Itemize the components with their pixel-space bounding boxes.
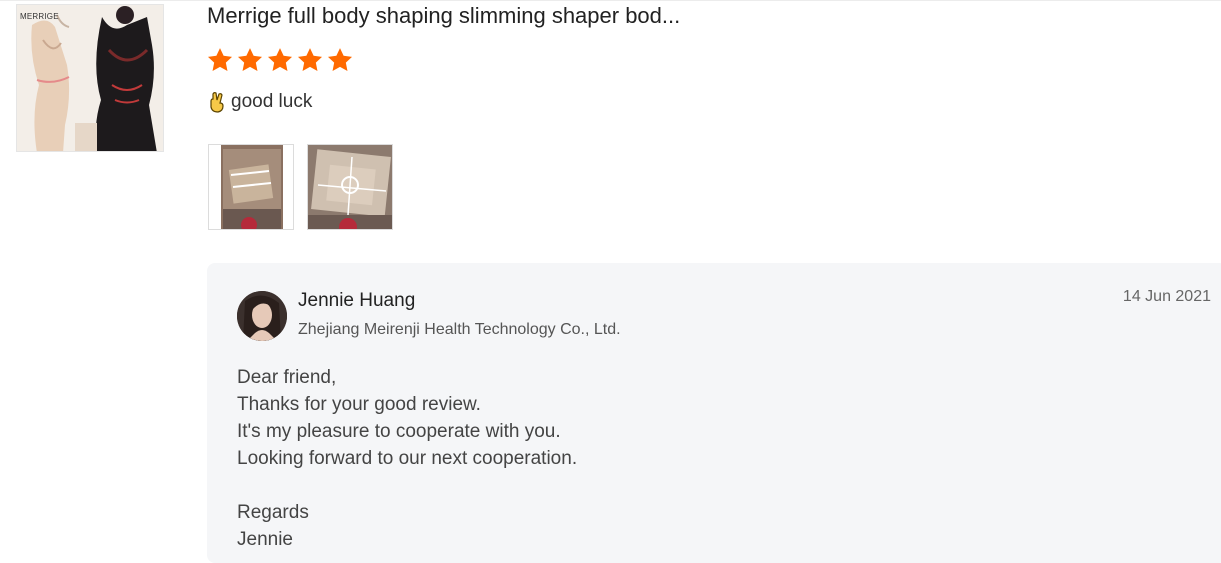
product-title[interactable]: Merrige full body shaping slimming shape… — [207, 2, 680, 30]
star-rating — [206, 46, 354, 74]
star-icon — [206, 46, 234, 74]
reply-line: Thanks for your good review. — [237, 394, 481, 415]
divider — [0, 0, 1221, 1]
product-thumbnail[interactable]: MERRIGE — [16, 4, 164, 152]
reply-line: Regards — [237, 502, 309, 523]
review-photo-1[interactable] — [208, 144, 294, 230]
review-comment: good luck — [207, 88, 312, 116]
seller-name: Jennie Huang — [298, 290, 416, 311]
review-text: good luck — [231, 91, 313, 112]
seller-company[interactable]: Zhejiang Meirenji Health Technology Co.,… — [298, 319, 621, 341]
star-icon — [236, 46, 264, 74]
reply-line: It's my pleasure to cooperate with you. — [237, 421, 561, 442]
star-icon — [296, 46, 324, 74]
reply-line: Dear friend, — [237, 367, 337, 388]
review-photo-2[interactable] — [307, 144, 393, 230]
reply-line: Jennie — [237, 529, 293, 550]
star-icon — [266, 46, 294, 74]
reply-message: Dear friend, Thanks for your good review… — [237, 364, 577, 553]
avatar — [237, 291, 287, 341]
brand-logo-text: MERRIGE — [20, 12, 59, 21]
crossed-fingers-icon — [207, 91, 227, 113]
star-icon — [326, 46, 354, 74]
reply-line: Looking forward to our next cooperation. — [237, 448, 578, 469]
reply-date: 14 Jun 2021 — [1122, 288, 1211, 305]
reply-blank-line — [237, 472, 577, 499]
